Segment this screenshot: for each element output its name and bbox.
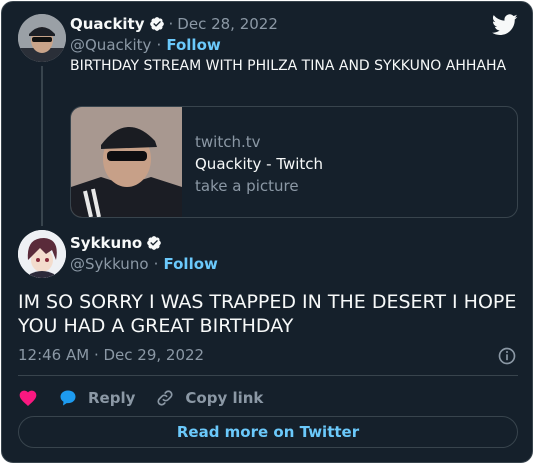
- link-preview-texts: twitch.tv Quackity - Twitch take a pictu…: [195, 131, 323, 197]
- parent-tweet-text: BIRTHDAY STREAM WITH PHILZA TINA AND SYK…: [70, 58, 507, 74]
- reply-tweet-text: IM SO SORRY I WAS TRAPPED IN THE DESERT …: [18, 291, 517, 337]
- separator-dot: ·: [168, 15, 174, 33]
- twitter-bird-icon[interactable]: [492, 14, 518, 36]
- link-thumbnail-image: [71, 107, 182, 217]
- action-bar: Reply Copy link: [18, 384, 283, 412]
- sykkuno-avatar[interactable]: [18, 230, 66, 278]
- follow-button[interactable]: Follow: [166, 36, 220, 54]
- verified-badge-icon: [149, 17, 164, 31]
- verified-badge-icon: [147, 236, 162, 250]
- reply-author-line: Sykkuno: [70, 234, 162, 252]
- tweet-date[interactable]: Dec 28, 2022: [177, 15, 278, 33]
- author-handle[interactable]: @Quackity: [70, 36, 151, 54]
- link-domain: twitch.tv: [195, 133, 261, 151]
- reply-label: Reply: [88, 389, 136, 407]
- link-icon: [157, 390, 173, 406]
- link-title: Quackity - Twitch: [195, 155, 324, 173]
- separator-dot: ·: [156, 36, 162, 54]
- quackity-avatar[interactable]: [18, 14, 66, 62]
- author-name[interactable]: Sykkuno: [70, 234, 142, 252]
- heart-icon: [19, 390, 37, 406]
- thread-connector-line: [41, 66, 43, 226]
- link-description: take a picture: [195, 177, 299, 195]
- info-icon[interactable]: [497, 346, 517, 366]
- reply-button[interactable]: Reply: [58, 388, 135, 408]
- reply-handle-line: @Sykkuno · Follow: [70, 254, 218, 273]
- copy-link-label: Copy link: [185, 389, 264, 407]
- parent-author-line: Quackity · Dec 28, 2022: [70, 14, 278, 34]
- separator-dot: ·: [153, 255, 159, 273]
- follow-button[interactable]: Follow: [163, 255, 217, 273]
- like-button[interactable]: [18, 388, 38, 408]
- link-preview-card[interactable]: twitch.tv Quackity - Twitch take a pictu…: [70, 106, 518, 218]
- tweet-timestamp[interactable]: 12:46 AM · Dec 29, 2022: [18, 346, 204, 364]
- divider: [18, 375, 518, 376]
- author-handle[interactable]: @Sykkuno: [70, 255, 149, 273]
- author-name[interactable]: Quackity: [70, 15, 145, 33]
- tweet-embed-card: Quackity · Dec 28, 2022 @Quackity · Foll…: [1, 1, 533, 463]
- parent-handle-line: @Quackity · Follow: [70, 35, 221, 54]
- read-more-button[interactable]: Read more on Twitter: [18, 416, 518, 448]
- copy-link-button[interactable]: Copy link: [155, 388, 263, 408]
- speech-bubble-icon: [60, 390, 76, 406]
